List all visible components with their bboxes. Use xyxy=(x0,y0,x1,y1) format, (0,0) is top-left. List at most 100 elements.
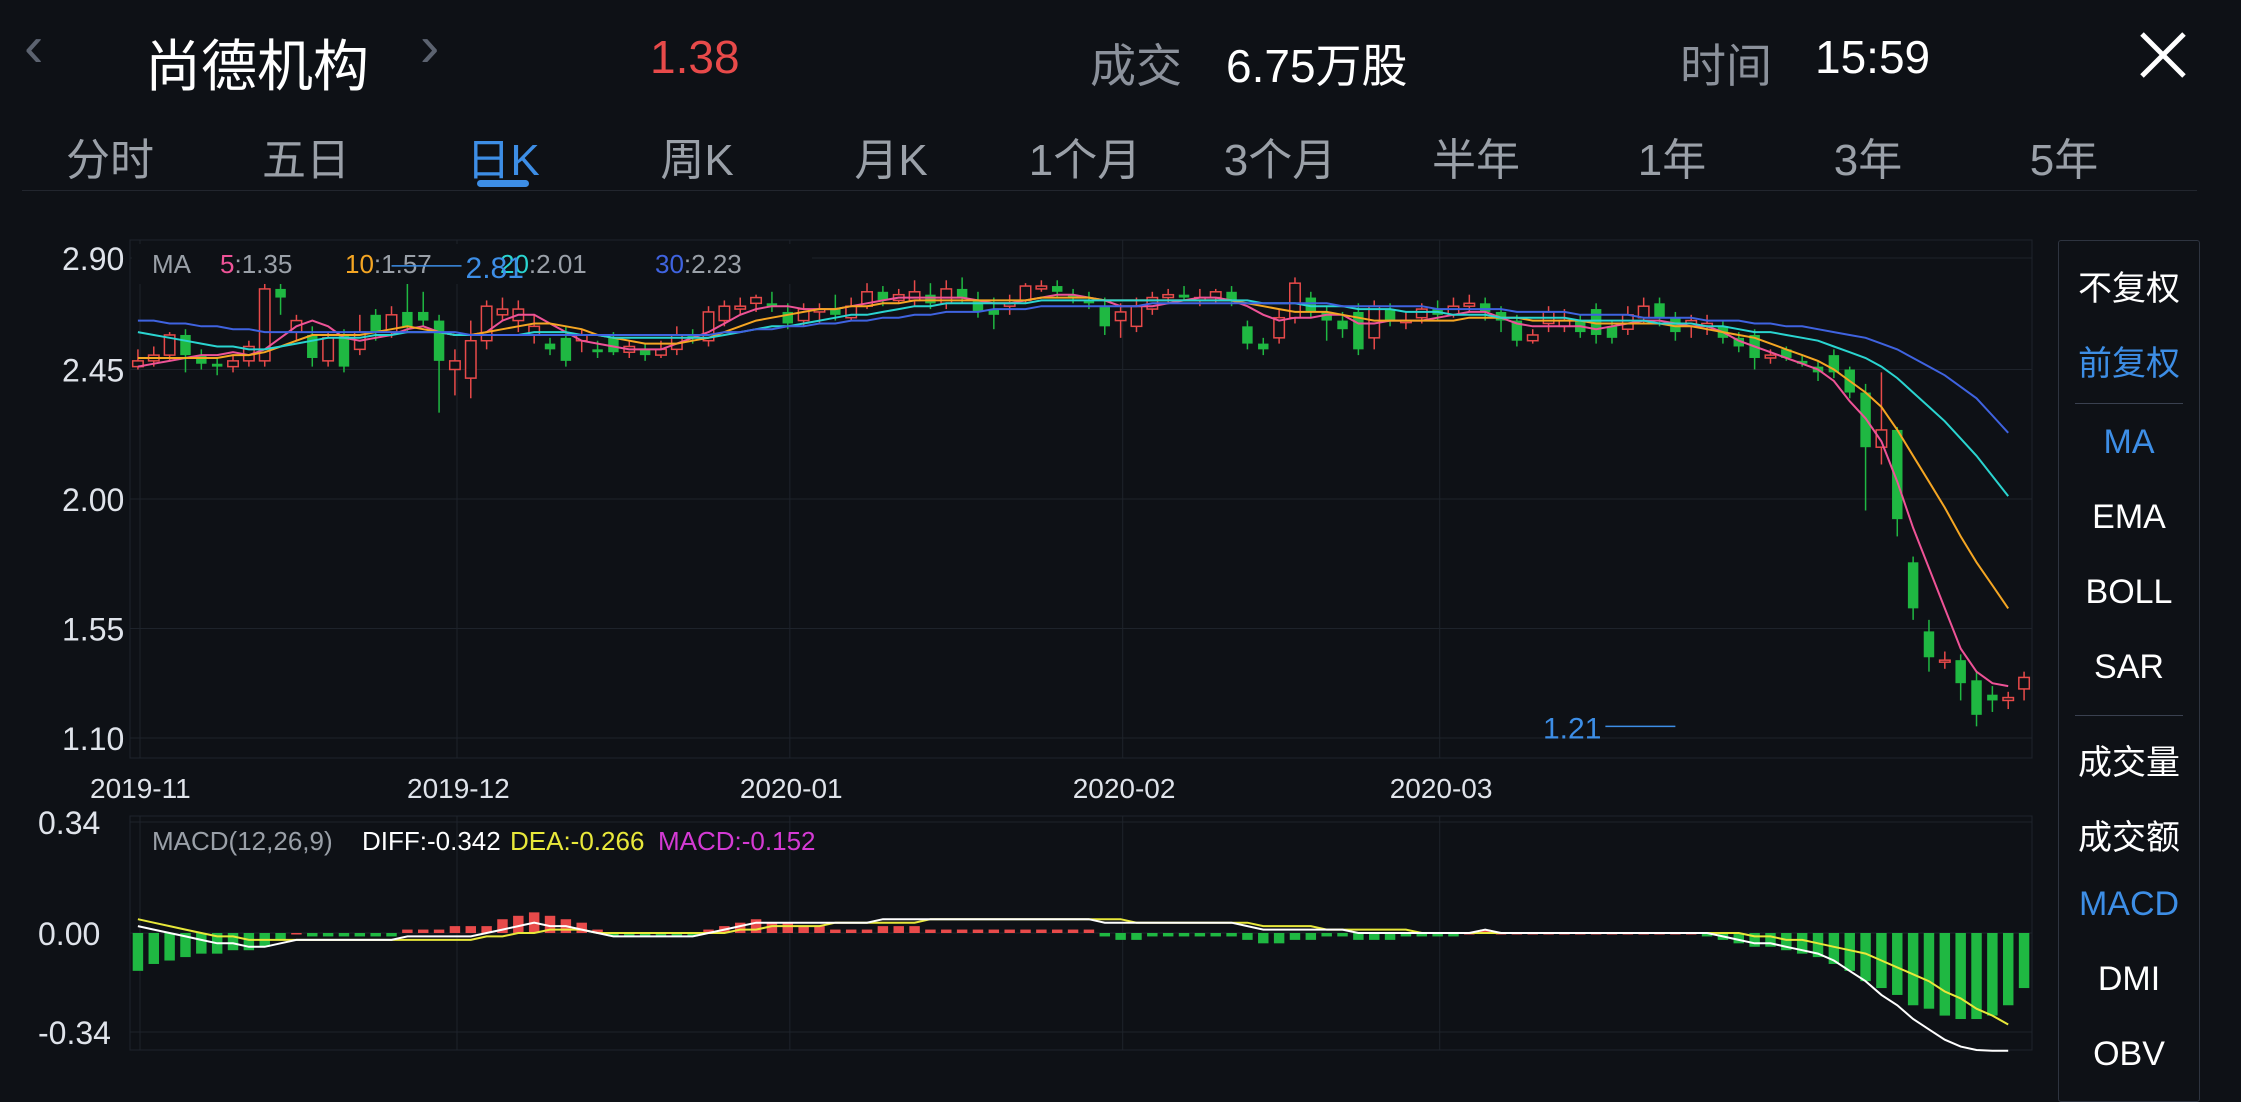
x-tick-label: 2019-12 xyxy=(407,773,510,804)
price-annotation: 2.81 xyxy=(466,252,524,285)
side-item-2-4[interactable]: OBV xyxy=(2059,1035,2199,1074)
main-y-tick-label: 2.90 xyxy=(62,241,124,277)
macd-bar xyxy=(1067,929,1079,933)
macd-bar xyxy=(1210,933,1221,937)
candle-body xyxy=(592,349,603,353)
macd-bar xyxy=(798,926,809,933)
macd-bar xyxy=(972,929,984,933)
macd-bar xyxy=(1147,933,1158,937)
ma5-line xyxy=(137,293,2009,688)
macd-bar xyxy=(1178,933,1190,937)
macd-legend-item: DIFF:-0.342 xyxy=(362,826,501,856)
candle-body xyxy=(1637,305,1650,319)
candle-body xyxy=(227,360,240,368)
price-annotation: 1.21 xyxy=(1543,712,1601,745)
main-y-tick-label: 1.55 xyxy=(62,612,124,648)
macd-bar xyxy=(370,933,381,937)
macd-legend-item: DEA:-0.266 xyxy=(510,826,644,856)
macd-bar xyxy=(1020,929,1031,933)
side-item-0-0[interactable]: 不复权 xyxy=(2059,261,2199,310)
candle-body xyxy=(718,305,731,322)
candle-body xyxy=(1463,302,1476,307)
macd-bar xyxy=(2018,933,2030,989)
macd-bar xyxy=(814,926,825,933)
side-item-1-0[interactable]: MA xyxy=(2059,423,2199,462)
candle-body xyxy=(972,300,984,312)
candle-body xyxy=(1337,320,1348,330)
ma-legend-item: 5:1.35 xyxy=(220,249,292,279)
macd-bar xyxy=(988,929,1000,933)
macd-bar xyxy=(1289,933,1301,940)
ma-legend-value: :1.57 xyxy=(374,249,432,279)
candle-body xyxy=(560,337,572,361)
candle-body xyxy=(544,343,556,350)
macd-bar xyxy=(830,929,841,933)
ma-legend-period: 10 xyxy=(345,249,374,279)
candle-body xyxy=(750,296,763,305)
side-item-1-1[interactable]: EMA xyxy=(2059,498,2199,537)
macd-bar xyxy=(861,929,873,933)
candle-body xyxy=(464,339,477,379)
macd-bar xyxy=(782,922,794,933)
candle-body xyxy=(1051,286,1063,292)
macd-bar xyxy=(2002,933,2014,1006)
macd-bar xyxy=(417,929,429,933)
candle-body xyxy=(448,360,461,371)
macd-bar xyxy=(164,933,175,961)
candle-body xyxy=(1178,294,1190,298)
macd-legend-item: MACD:-0.152 xyxy=(658,826,816,856)
macd-bar xyxy=(1860,933,1871,982)
macd-y-tick-label: 0.00 xyxy=(38,916,100,952)
side-item-2-3[interactable]: DMI xyxy=(2059,960,2199,999)
ma30-line xyxy=(137,302,2009,434)
candle-body xyxy=(1907,562,1919,609)
side-item-0-1[interactable]: 前复权 xyxy=(2059,336,2199,385)
side-divider xyxy=(2075,715,2183,716)
macd-bar xyxy=(1258,933,1269,944)
macd-bar xyxy=(307,933,318,937)
macd-bar xyxy=(1939,933,1951,1016)
candle-body xyxy=(1654,303,1665,318)
candle-body xyxy=(417,311,429,321)
macd-bar xyxy=(1892,933,1903,995)
macd-bar xyxy=(402,929,413,933)
candle-body xyxy=(1099,306,1111,327)
macd-bar xyxy=(1036,929,1047,933)
macd-bar xyxy=(1368,933,1380,940)
macd-bar xyxy=(1321,933,1332,937)
side-item-2-2[interactable]: MACD xyxy=(2059,885,2199,924)
candle-body xyxy=(1764,354,1777,359)
side-item-2-1[interactable]: 成交额 xyxy=(2059,810,2199,859)
macd-bar xyxy=(433,929,445,933)
side-divider xyxy=(2075,403,2183,404)
macd-bar xyxy=(1907,933,1919,1006)
macd-bar xyxy=(322,933,334,937)
macd-bar xyxy=(1353,933,1364,940)
macd-bar xyxy=(845,929,857,933)
macd-bar xyxy=(465,926,477,933)
macd-bar xyxy=(1273,933,1285,944)
ma10-line xyxy=(137,296,2010,609)
side-item-2-0[interactable]: 成交量 xyxy=(2059,735,2199,784)
macd-bar xyxy=(386,933,397,937)
candle-body xyxy=(1415,308,1428,319)
side-item-1-3[interactable]: SAR xyxy=(2059,648,2199,687)
candle-body xyxy=(1971,680,1982,715)
ma-legend-period: 5 xyxy=(220,249,234,279)
x-tick-label: 2020-03 xyxy=(1390,773,1493,804)
candle-body xyxy=(925,294,936,304)
macd-bar xyxy=(1051,929,1063,933)
macd-bar xyxy=(925,929,936,933)
candle-body xyxy=(1938,659,1951,663)
main-y-tick-label: 2.45 xyxy=(62,353,124,389)
side-item-1-2[interactable]: BOLL xyxy=(2059,573,2199,612)
macd-y-tick-label: -0.34 xyxy=(38,1015,111,1051)
macd-bar xyxy=(1162,933,1174,937)
macd-bar xyxy=(1115,933,1126,940)
macd-bar xyxy=(1305,933,1317,940)
candle-body xyxy=(211,363,223,367)
candle-body xyxy=(338,334,350,367)
candle-body xyxy=(1526,334,1539,342)
indicator-side-panel: 不复权前复权 MA EMA BOLL SAR 成交量成交额 MACD DMI OBV xyxy=(2058,240,2200,1102)
candle-body xyxy=(734,305,747,310)
